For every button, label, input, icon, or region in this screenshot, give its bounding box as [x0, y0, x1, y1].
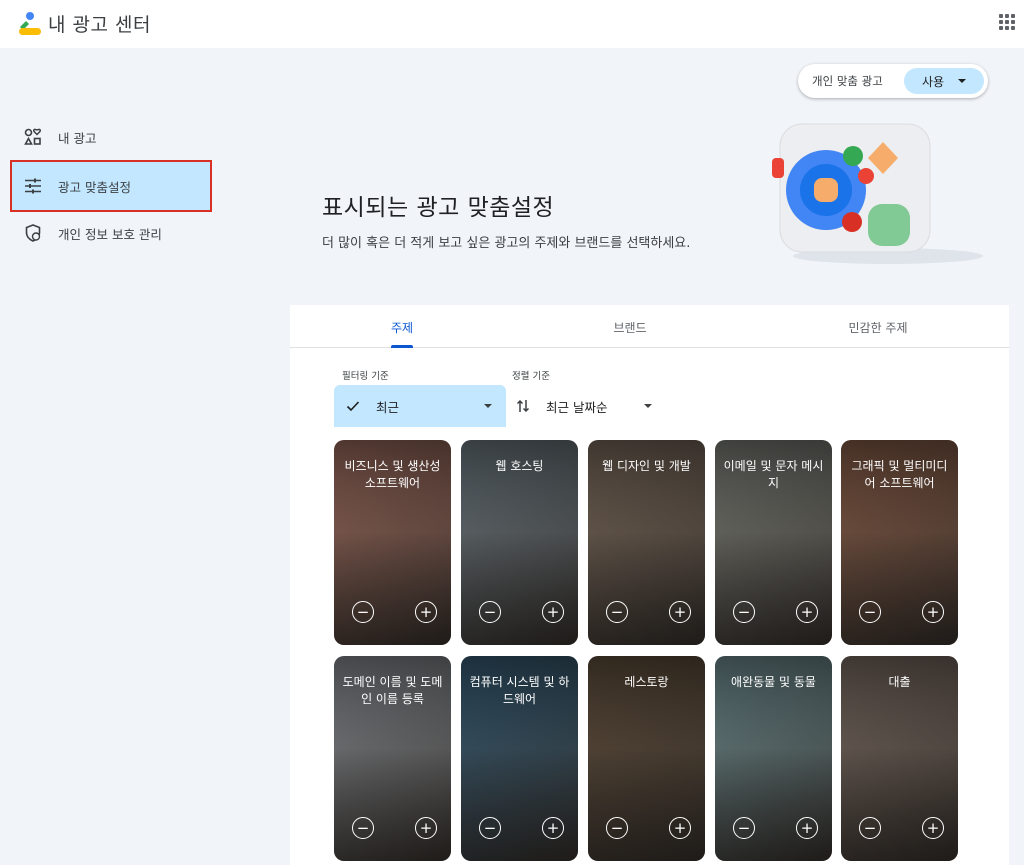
show-fewer-button[interactable]: −	[606, 601, 628, 623]
check-icon	[346, 401, 360, 412]
sidebar: 내 광고 광고 맞춤설정 개인 정보 보호 관리	[0, 48, 290, 865]
sidebar-item-ad-settings[interactable]: 광고 맞춤설정	[10, 160, 212, 212]
topic-title: 이메일 및 문자 메시지	[723, 459, 824, 490]
hero-illustration	[772, 123, 983, 264]
topic-card[interactable]: 그래픽 및 멀티미디어 소프트웨어 − +	[841, 440, 958, 645]
topic-title: 컴퓨터 시스템 및 하드웨어	[469, 675, 570, 706]
personalized-ads-dropdown[interactable]: 사용	[904, 68, 984, 94]
sidebar-item-label: 개인 정보 보호 관리	[58, 226, 162, 242]
ad-center-logo	[19, 12, 41, 35]
main-content: 개인 맞춤 광고 사용 표시되는 광고 맞춤설정 더 많이 혹은 더 적게 보고…	[290, 48, 1024, 865]
show-fewer-button[interactable]: −	[733, 817, 755, 839]
chevron-down-icon	[958, 79, 967, 83]
show-more-button[interactable]: +	[922, 601, 944, 623]
top-bar: 내 광고 센터	[0, 0, 1024, 48]
sidebar-item-label: 광고 맞춤설정	[58, 179, 131, 195]
topic-title: 웹 디자인 및 개발	[602, 459, 691, 473]
show-fewer-button[interactable]: −	[859, 817, 881, 839]
tab-topics[interactable]: 주제	[391, 319, 413, 336]
show-fewer-button[interactable]: −	[479, 817, 501, 839]
personalized-ads-control[interactable]: 개인 맞춤 광고 사용	[798, 64, 988, 98]
page-subtitle: 더 많이 혹은 더 적게 보고 싶은 광고의 주제와 브랜드를 선택하세요.	[322, 236, 691, 251]
sort-icon	[516, 399, 530, 413]
filter-value: 최근	[376, 399, 400, 415]
show-more-button[interactable]: +	[669, 817, 691, 839]
topic-title: 웹 호스팅	[495, 459, 544, 473]
topic-card[interactable]: 이메일 및 문자 메시지 − +	[715, 440, 832, 645]
show-more-button[interactable]: +	[415, 601, 437, 623]
topic-card[interactable]: 애완동물 및 동물 − +	[715, 656, 832, 861]
show-more-button[interactable]: +	[669, 601, 691, 623]
topic-card[interactable]: 레스토랑 − +	[588, 656, 705, 861]
topic-card[interactable]: 대출 − +	[841, 656, 958, 861]
topic-title: 비즈니스 및 생산성 소프트웨어	[344, 459, 441, 490]
sort-value: 최근 날짜순	[546, 399, 608, 415]
tune-icon	[24, 177, 42, 195]
apps-grid-icon[interactable]	[999, 14, 1015, 30]
topics-panel: 주제 브랜드 민감한 주제 필터링 기준 정렬 기준 최근 최근 날짜순 비즈니…	[290, 305, 1009, 865]
topic-card[interactable]: 비즈니스 및 생산성 소프트웨어 − +	[334, 440, 451, 645]
show-fewer-button[interactable]: −	[859, 601, 881, 623]
tab-brands[interactable]: 브랜드	[613, 319, 646, 336]
page-title: 표시되는 광고 맞춤설정	[322, 195, 555, 221]
tab-sensitive-topics[interactable]: 민감한 주제	[848, 319, 907, 336]
sidebar-item-label: 내 광고	[58, 130, 97, 146]
show-more-button[interactable]: +	[922, 817, 944, 839]
filter-dropdown[interactable]: 최근	[334, 385, 506, 427]
show-fewer-button[interactable]: −	[606, 817, 628, 839]
sidebar-item-my-ads[interactable]: 내 광고	[12, 113, 210, 161]
show-fewer-button[interactable]: −	[352, 601, 374, 623]
tab-bar: 주제 브랜드 민감한 주제	[290, 305, 1009, 348]
show-fewer-button[interactable]: −	[479, 601, 501, 623]
show-more-button[interactable]: +	[796, 601, 818, 623]
topic-card[interactable]: 컴퓨터 시스템 및 하드웨어 − +	[461, 656, 578, 861]
topic-card[interactable]: 웹 디자인 및 개발 − +	[588, 440, 705, 645]
sidebar-item-privacy[interactable]: 개인 정보 보호 관리	[12, 209, 210, 257]
topic-card[interactable]: 웹 호스팅 − +	[461, 440, 578, 645]
privacy-shield-icon	[24, 224, 42, 242]
personalized-ads-label: 개인 맞춤 광고	[812, 74, 883, 88]
show-fewer-button[interactable]: −	[352, 817, 374, 839]
sort-dropdown[interactable]: 최근 날짜순	[516, 385, 666, 427]
topic-title: 레스토랑	[624, 675, 669, 689]
show-more-button[interactable]: +	[415, 817, 437, 839]
personalized-ads-value: 사용	[921, 74, 945, 89]
sort-label: 정렬 기준	[512, 371, 550, 382]
topic-title: 도메인 이름 및 도메인 이름 등록	[342, 675, 443, 706]
topic-title: 그래픽 및 멀티미디어 소프트웨어	[851, 459, 948, 490]
show-more-button[interactable]: +	[542, 601, 564, 623]
topic-card[interactable]: 도메인 이름 및 도메인 이름 등록 − +	[334, 656, 451, 861]
chevron-down-icon	[484, 404, 492, 408]
chevron-down-icon	[644, 404, 652, 408]
topic-title: 애완동물 및 동물	[731, 675, 816, 689]
active-tab-indicator	[391, 345, 413, 348]
my-ads-icon	[24, 128, 42, 146]
app-title: 내 광고 센터	[48, 14, 151, 36]
filter-label: 필터링 기준	[342, 371, 389, 382]
topic-title: 대출	[888, 675, 911, 689]
show-fewer-button[interactable]: −	[733, 601, 755, 623]
show-more-button[interactable]: +	[542, 817, 564, 839]
show-more-button[interactable]: +	[796, 817, 818, 839]
